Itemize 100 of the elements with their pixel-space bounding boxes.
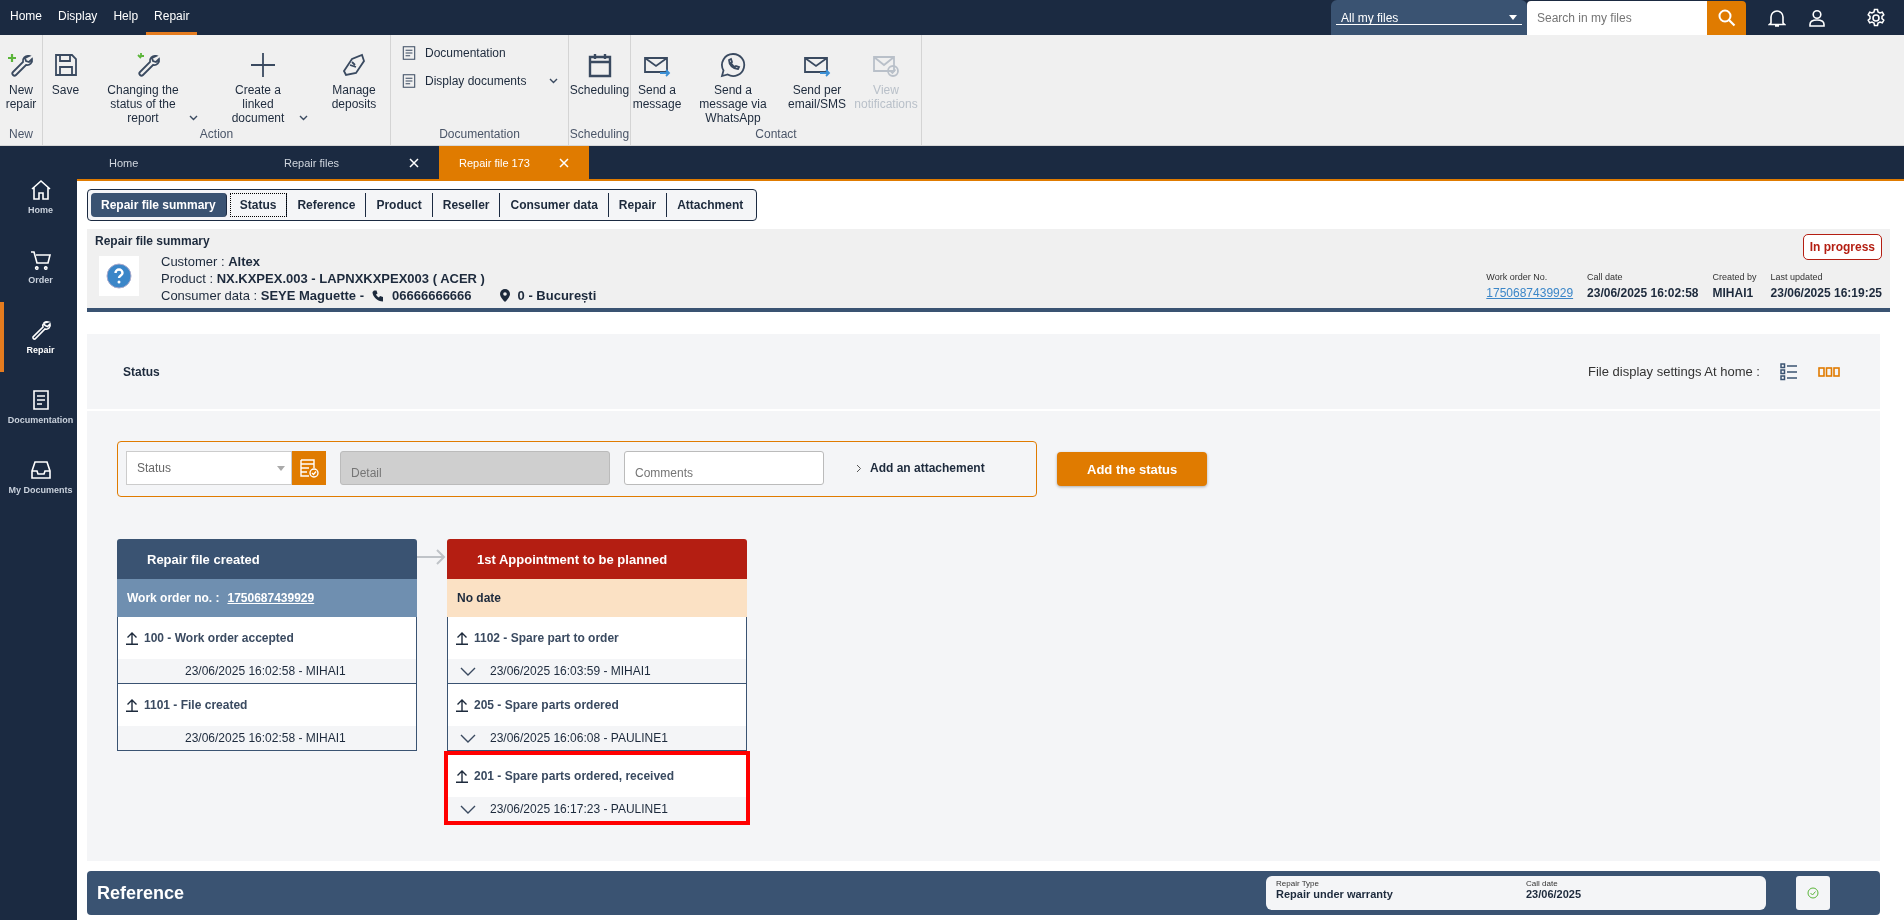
caret-icon xyxy=(189,115,198,121)
comments-field[interactable]: Comments xyxy=(624,451,824,485)
section-tab[interactable]: Status xyxy=(229,193,288,217)
upload-icon xyxy=(456,631,468,645)
section-tab[interactable]: Repair file summary xyxy=(91,193,227,217)
ribbon-button[interactable]: New repair xyxy=(0,51,42,111)
menu-item[interactable]: Display xyxy=(50,0,106,35)
cart-icon xyxy=(29,249,52,271)
ribbon-button[interactable]: Save xyxy=(43,51,88,97)
expand-chevron-icon[interactable] xyxy=(460,666,476,676)
display-settings-label: File display settings At home : xyxy=(1588,364,1760,379)
close-icon[interactable] xyxy=(409,157,419,168)
ribbon-button[interactable]: Scheduling xyxy=(569,51,630,97)
status-badge: In progress xyxy=(1802,234,1882,260)
stage-subheader: Work order no. : 1750687439929 xyxy=(117,579,417,617)
search-button[interactable] xyxy=(1707,0,1746,35)
columns-view-icon[interactable] xyxy=(1818,365,1840,378)
ribbon-button[interactable]: Changing the status of the report xyxy=(88,51,208,125)
status-picker-button[interactable] xyxy=(292,451,326,485)
detail-field: Detail xyxy=(340,451,610,485)
entry-meta: 23/06/2025 16:02:58 - MIHAI1 xyxy=(185,664,346,678)
phone-number: 06666666666 xyxy=(392,287,472,304)
form-check-icon xyxy=(299,458,319,478)
location-pin-icon xyxy=(499,289,510,302)
user-icon[interactable] xyxy=(1808,8,1826,27)
menu-item[interactable]: Home xyxy=(2,0,50,35)
upload-icon xyxy=(126,698,138,712)
caret-icon xyxy=(299,115,308,121)
sidebar-item[interactable]: Order xyxy=(0,232,77,302)
stage-date: No date xyxy=(447,579,747,617)
ribbon-button[interactable]: Send per email/SMS xyxy=(783,51,851,111)
section-tab[interactable]: Reference xyxy=(287,193,367,217)
settings-icon[interactable] xyxy=(1866,7,1886,28)
document-tab[interactable]: Home xyxy=(89,146,264,179)
section-tab[interactable]: Attachment xyxy=(667,193,754,217)
ribbon-button[interactable]: Create a linked document xyxy=(208,51,318,125)
upload-icon xyxy=(126,631,138,645)
newrepair-icon xyxy=(7,51,35,79)
home-icon xyxy=(29,179,52,201)
meta-value: 23/06/2025 16:02:58 xyxy=(1587,286,1699,300)
entry-title: 1101 - File created xyxy=(144,698,248,712)
meta-label: Call date xyxy=(1587,272,1624,282)
sidebar-item[interactable]: Home xyxy=(0,162,77,232)
upload-icon xyxy=(456,769,468,783)
ribbon-group-label: Contact xyxy=(754,127,798,143)
entry-title: 1102 - Spare part to order xyxy=(474,631,619,645)
field-value: 23/06/2025 xyxy=(1526,888,1583,900)
product-line: Product : NX.KXPEX.003 - LAPNXKXPEX003 ( ACER ) xyxy=(161,270,486,287)
expand-chevron-icon[interactable] xyxy=(460,804,476,814)
section-tab[interactable]: Reseller xyxy=(432,193,501,217)
list-view-icon[interactable] xyxy=(1780,362,1798,381)
stage-header: 1st Appointment to be planned xyxy=(447,539,747,579)
sidebar-item[interactable]: My Documents xyxy=(0,442,77,512)
caret-icon xyxy=(277,465,285,471)
consumer-line: Consumer data : SEYE Maguette - xyxy=(161,287,364,304)
scope-dropdown[interactable]: All my files xyxy=(1331,0,1527,35)
location-text: 0 - București xyxy=(517,287,597,304)
ribbon-group-label: Scheduling xyxy=(569,127,630,143)
ribbon-group-label: Action xyxy=(198,127,235,143)
section-title: Repair file summary xyxy=(95,234,211,248)
ribbon-button[interactable]: Display documents xyxy=(401,69,558,93)
entry-meta: 23/06/2025 16:06:08 - PAULINE1 xyxy=(490,731,668,745)
ribbon-group-label: New xyxy=(8,127,34,143)
arrow-icon xyxy=(417,549,447,565)
ribbon-button[interactable]: Send a message xyxy=(631,51,683,111)
doc-icon xyxy=(401,73,417,89)
ribbon-button[interactable]: Send a message via WhatsApp xyxy=(683,51,783,125)
bell-icon[interactable] xyxy=(1768,7,1786,28)
menu-item[interactable]: Help xyxy=(105,0,147,35)
wrench-icon xyxy=(29,319,52,341)
meta-label: Work order No. xyxy=(1486,272,1549,282)
add-attachment-link[interactable]: Add an attachement xyxy=(856,461,985,475)
field-value: Repair under warranty xyxy=(1276,888,1394,900)
search-field[interactable]: Search in my files xyxy=(1527,0,1707,35)
ribbon-button[interactable]: Documentation xyxy=(401,41,558,65)
section-tab[interactable]: Consumer data xyxy=(500,193,609,217)
entry-title: 100 - Work order accepted xyxy=(144,631,294,645)
meta-value: MIHAI1 xyxy=(1712,286,1755,300)
plus-icon xyxy=(249,51,277,79)
question-icon xyxy=(106,263,132,289)
doc-icon xyxy=(401,45,417,61)
meta-label: Created by xyxy=(1712,272,1757,282)
phone-icon xyxy=(372,289,384,302)
section-tab[interactable]: Product xyxy=(366,193,433,217)
stage-header: Repair file created xyxy=(117,539,417,579)
expand-chevron-icon[interactable] xyxy=(460,733,476,743)
search-icon xyxy=(1717,8,1736,27)
entry-title: 205 - Spare parts ordered xyxy=(474,698,619,712)
work-order-link[interactable]: 1750687439929 xyxy=(1486,286,1574,300)
ribbon-button[interactable]: Manage deposits xyxy=(318,51,390,111)
meta-value: 23/06/2025 16:19:25 xyxy=(1770,286,1882,300)
section-tab[interactable]: Repair xyxy=(608,193,668,217)
field-label: Call date xyxy=(1526,879,1559,888)
customer-line: Customer : Altex xyxy=(161,253,261,270)
status-dropdown[interactable]: Status xyxy=(126,451,292,485)
upload-icon xyxy=(456,698,468,712)
document-tab[interactable]: Repair files xyxy=(264,146,439,179)
sidebar-item[interactable]: Documentation xyxy=(0,372,77,442)
caret-icon xyxy=(1509,15,1517,20)
entry-meta: 23/06/2025 16:03:59 - MIHAI1 xyxy=(490,664,651,678)
